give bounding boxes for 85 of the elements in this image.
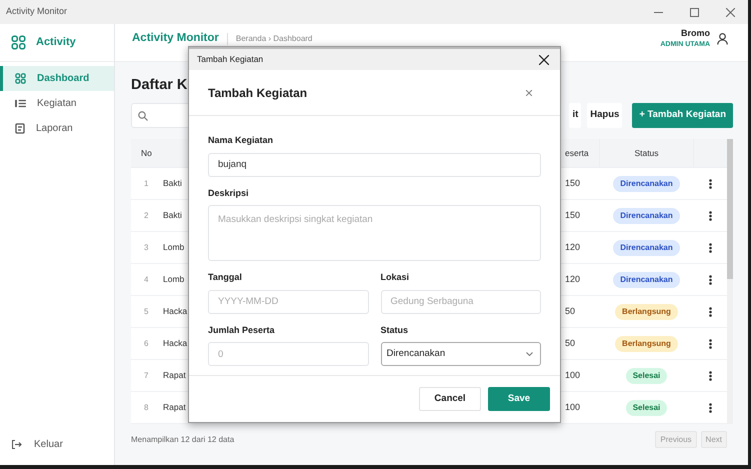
sidebar-item[interactable]: Kegiatan bbox=[0, 91, 114, 116]
summary-text: Menampilkan 12 dari 12 data bbox=[131, 434, 234, 446]
chevron-down-icon bbox=[526, 352, 533, 356]
page-title: Daftar K bbox=[131, 76, 188, 95]
more-icon[interactable] bbox=[708, 338, 712, 348]
table-cell-text: 1 bbox=[143, 178, 150, 190]
document-icon bbox=[15, 123, 25, 134]
table-cell-text: 4 bbox=[143, 274, 150, 286]
more-icon[interactable] bbox=[708, 274, 712, 284]
sidebar-item[interactable]: Laporan bbox=[0, 116, 114, 141]
description-field[interactable]: Masukkan deskripsi singkat kegiatan bbox=[208, 205, 541, 261]
status-badge: Selesai bbox=[626, 400, 668, 416]
close-button[interactable] bbox=[538, 54, 550, 66]
table-cell: 120 bbox=[565, 242, 580, 252]
table-cell: 100 bbox=[565, 402, 580, 412]
table-cell-text: Lomb bbox=[162, 241, 184, 254]
table-cell-text: 8 bbox=[143, 402, 150, 414]
table-cell-text: 6 bbox=[143, 338, 150, 350]
breadcrumb: Beranda › Dashboard bbox=[236, 32, 312, 44]
table-cell: 120 bbox=[565, 274, 580, 284]
close-icon bbox=[726, 8, 734, 16]
more-icon[interactable] bbox=[708, 402, 712, 412]
search-icon bbox=[138, 110, 148, 120]
save-button[interactable]: Save bbox=[488, 387, 550, 411]
column-header: No bbox=[140, 146, 153, 160]
field-label: Deskripsi bbox=[208, 186, 250, 200]
table-cell: 50 bbox=[565, 306, 576, 316]
date-field[interactable]: YYYY-MM-DD bbox=[208, 290, 368, 314]
status-badge: Direncanakan bbox=[613, 176, 680, 192]
field-label: Tanggal bbox=[208, 271, 243, 284]
table-cell-text: Rapat bbox=[162, 369, 186, 382]
table-cell-text: Hacka bbox=[162, 305, 188, 318]
column-header: Status bbox=[633, 146, 660, 160]
grid-icon bbox=[15, 73, 26, 84]
maximize-icon bbox=[690, 8, 698, 16]
toolbar-button[interactable]: it bbox=[569, 103, 582, 128]
toolbar-button[interactable]: Hapus bbox=[587, 103, 622, 128]
window-title: Activity Monitor bbox=[6, 5, 68, 18]
status-badge: Direncanakan bbox=[613, 240, 680, 256]
close-icon bbox=[526, 90, 532, 96]
more-icon[interactable] bbox=[708, 242, 712, 252]
field-label: Jumlah Peserta bbox=[208, 324, 276, 336]
user-name: Bromo bbox=[681, 26, 710, 40]
user-icon[interactable] bbox=[717, 32, 728, 44]
field-label: Nama Kegiatan bbox=[208, 134, 274, 147]
table-cell-text: Bakti bbox=[162, 177, 182, 190]
table-cell: 150 bbox=[565, 210, 580, 220]
field-label: Status bbox=[380, 324, 410, 336]
status-badge: Berlangsung bbox=[615, 304, 678, 320]
table-cell: 150 bbox=[565, 178, 580, 188]
table-cell-text: 3 bbox=[143, 242, 150, 254]
logo-icon bbox=[11, 35, 26, 50]
close-icon bbox=[539, 54, 549, 64]
status-badge: Selesai bbox=[626, 368, 668, 384]
status-badge: Direncanakan bbox=[613, 272, 680, 288]
scrollbar[interactable] bbox=[727, 139, 733, 424]
table-cell-text: Bakti bbox=[162, 209, 182, 222]
name-field[interactable]: bujanq bbox=[208, 152, 541, 176]
list-icon bbox=[15, 99, 26, 108]
more-icon[interactable] bbox=[708, 178, 712, 188]
table-cell-text: Rapat bbox=[162, 401, 186, 414]
table-cell-text: 2 bbox=[143, 210, 150, 222]
more-icon[interactable] bbox=[708, 370, 712, 380]
table-cell-text: 7 bbox=[143, 370, 150, 382]
location-field[interactable]: Gedung Serbaguna bbox=[380, 290, 541, 314]
cancel-button[interactable]: Cancel bbox=[419, 387, 481, 411]
table-cell: 100 bbox=[565, 370, 580, 380]
logout-item[interactable]: Keluar bbox=[0, 431, 114, 457]
dialog-window-title: Tambah Kegiatan bbox=[197, 53, 264, 66]
status-badge: Direncanakan bbox=[613, 208, 680, 224]
more-icon[interactable] bbox=[708, 210, 712, 220]
field-label: Lokasi bbox=[380, 271, 410, 284]
app-title: Activity Monitor bbox=[132, 32, 219, 45]
participants-field[interactable]: 0 bbox=[208, 342, 368, 366]
table-cell-text: Lomb bbox=[162, 273, 184, 286]
logout-icon bbox=[12, 440, 22, 448]
status-dropdown[interactable]: Direncanakan bbox=[380, 342, 541, 366]
dialog-title: Tambah Kegiatan bbox=[208, 84, 308, 102]
more-icon[interactable] bbox=[708, 306, 712, 316]
add-button[interactable]: + Tambah Kegiatan bbox=[632, 103, 733, 128]
brand-name: Activity bbox=[36, 35, 76, 50]
table-cell: 50 bbox=[565, 338, 576, 348]
table-cell-text: 5 bbox=[143, 306, 150, 318]
status-badge: Berlangsung bbox=[615, 336, 678, 352]
table-cell-text: Hacka bbox=[162, 337, 188, 350]
